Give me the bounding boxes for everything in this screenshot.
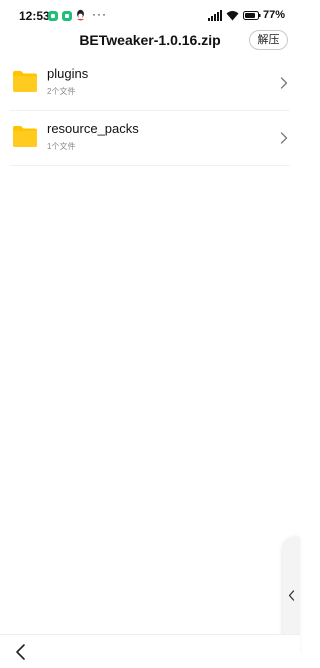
app-notification-icon xyxy=(48,11,58,21)
wifi-icon xyxy=(226,11,239,21)
list-item[interactable]: plugins 2个文件 xyxy=(10,56,290,111)
file-name: resource_packs xyxy=(47,121,139,136)
chevron-left-icon xyxy=(288,590,295,601)
folder-icon xyxy=(13,126,37,147)
more-notifications-indicator: ··· xyxy=(92,7,107,21)
chevron-right-icon xyxy=(280,132,288,144)
extract-button[interactable]: 解压 xyxy=(249,30,288,50)
file-list: plugins 2个文件 resource_packs 1个文件 xyxy=(0,56,300,166)
chevron-right-icon xyxy=(280,77,288,89)
file-meta: 2个文件 xyxy=(47,87,76,96)
battery-percentage: 77% xyxy=(263,9,286,21)
folder-icon xyxy=(13,71,37,92)
file-name: plugins xyxy=(47,66,89,81)
signal-icon xyxy=(208,10,222,21)
back-button[interactable] xyxy=(12,642,30,662)
bottom-bar xyxy=(0,634,300,668)
status-time: 12:53 xyxy=(19,9,50,23)
app-notification-icon xyxy=(62,11,72,21)
list-item[interactable]: resource_packs 1个文件 xyxy=(10,111,290,166)
file-meta: 1个文件 xyxy=(47,142,76,151)
qq-icon xyxy=(77,9,84,21)
title-bar: BETweaker-1.0.16.zip 解压 xyxy=(0,28,300,56)
battery-icon xyxy=(243,11,261,20)
